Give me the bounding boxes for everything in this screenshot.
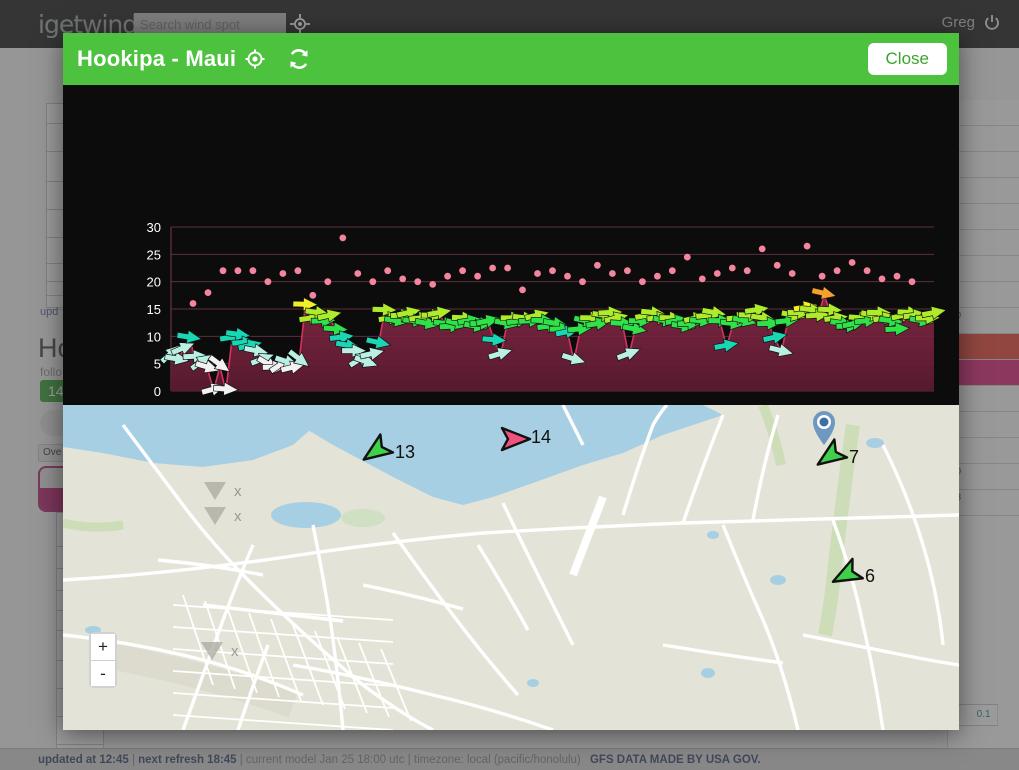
- gust-dot: [384, 267, 392, 275]
- gust-dot: [429, 281, 437, 288]
- gust-dot: [249, 267, 257, 275]
- gust-dot: [728, 264, 736, 272]
- map-pond: [866, 438, 884, 448]
- zoom-out-button[interactable]: -: [91, 660, 115, 686]
- y-tick: 5: [154, 357, 161, 372]
- gust-dot: [564, 272, 571, 280]
- gust-dot: [234, 267, 242, 275]
- map-pond: [707, 531, 719, 539]
- gust-dot: [773, 261, 781, 269]
- gust-dot: [324, 278, 332, 286]
- zoom-in-button[interactable]: +: [91, 634, 115, 660]
- gust-dot: [534, 270, 541, 277]
- map-pond: [527, 679, 539, 687]
- refresh-icon[interactable]: [287, 47, 311, 71]
- modal-header: Hookipa - Maui Close: [63, 33, 959, 85]
- gust-dot: [279, 270, 287, 277]
- wind-station-value: 13: [395, 442, 415, 462]
- gust-dot: [878, 275, 886, 283]
- gust-dot: [803, 242, 811, 250]
- gust-dot: [444, 272, 451, 280]
- svg-text:x: x: [234, 483, 242, 500]
- map-pond: [770, 575, 786, 585]
- gust-dot: [833, 267, 841, 275]
- gust-dot: [579, 278, 586, 286]
- gust-dot: [399, 275, 407, 283]
- gust-dot: [519, 286, 526, 294]
- gust-dot: [474, 272, 481, 280]
- gust-dot: [639, 278, 646, 286]
- y-tick: 30: [147, 220, 161, 235]
- gust-dot: [788, 270, 796, 277]
- gust-dot: [713, 270, 721, 277]
- gust-dot: [594, 261, 601, 269]
- gust-dot: [848, 259, 856, 266]
- map-greenbelt: [63, 518, 124, 532]
- wind-station-value: 14: [531, 427, 551, 447]
- gust-dot: [743, 267, 751, 275]
- map-marsh: [341, 509, 385, 527]
- gust-dot: [264, 278, 272, 286]
- gust-dot: [504, 264, 511, 272]
- gust-dot: [654, 272, 661, 280]
- map-lagoon: [271, 502, 341, 528]
- gust-dot: [698, 275, 706, 283]
- gust-dot: [414, 278, 422, 286]
- y-tick: 10: [147, 329, 161, 344]
- y-tick: 0: [154, 384, 161, 399]
- map-pond: [701, 668, 715, 678]
- gust-dot: [818, 272, 826, 280]
- wind-chart[interactable]: 0510152025305am6am7am8am9am10am11am12pm1…: [63, 85, 959, 405]
- map-canvas[interactable]: xxxx131476: [63, 405, 959, 730]
- gust-dot: [204, 289, 212, 296]
- gust-dot: [908, 278, 916, 286]
- gust-dot: [609, 270, 616, 277]
- gust-dot: [189, 300, 197, 307]
- spot-map-panel[interactable]: xxxx131476 + -: [63, 405, 959, 730]
- modal-title: Hookipa - Maui: [77, 46, 237, 71]
- gust-dot: [489, 264, 496, 272]
- map-zoom-controls: + -: [89, 632, 117, 688]
- gust-dot: [294, 267, 302, 275]
- wind-station-value: 7: [849, 447, 859, 467]
- spot-detail-modal: Hookipa - Maui Close 0 5 10 15 20 25 30 …: [63, 33, 959, 730]
- gust-dot: [863, 267, 871, 275]
- y-tick: 20: [147, 275, 161, 290]
- target-icon[interactable]: [245, 49, 265, 69]
- gust-dot: [219, 267, 227, 275]
- app-root: wiv s s t ra sn upd Ho follo 14 Ove GF k…: [0, 0, 1019, 770]
- y-tick: 15: [147, 302, 161, 317]
- y-tick: 25: [147, 247, 161, 262]
- gust-dot: [339, 234, 347, 242]
- gust-dot: [758, 245, 766, 253]
- svg-text:x: x: [231, 643, 239, 660]
- gust-dot: [309, 291, 317, 299]
- gust-dot: [459, 267, 466, 275]
- svg-text:x: x: [234, 508, 242, 525]
- gust-dot: [624, 267, 631, 275]
- close-button[interactable]: Close: [867, 43, 947, 75]
- gust-dot: [683, 253, 691, 261]
- wind-station-value: 6: [865, 566, 875, 586]
- gust-dot: [369, 278, 377, 286]
- wind-graph-panel: Kahului - Hawaii 14 knots 27°c 17 minute…: [63, 85, 959, 405]
- gust-dot: [668, 267, 676, 275]
- gust-dot: [893, 272, 901, 280]
- gust-dot: [354, 270, 362, 277]
- gust-dot: [549, 267, 556, 275]
